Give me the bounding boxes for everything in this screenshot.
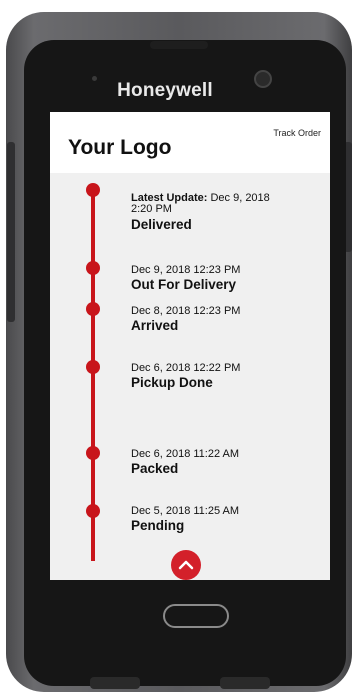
chevron-up-icon (178, 560, 194, 570)
timeline-dot (86, 302, 100, 316)
timeline-status: Packed (131, 461, 179, 476)
timeline-date: Dec 5, 2018 11:25 AM (131, 505, 240, 517)
latest-update-date-line1: Dec 9, 2018 (210, 192, 270, 204)
timeline-dot (86, 360, 100, 374)
timeline-dot (86, 504, 100, 518)
home-button[interactable] (163, 604, 229, 628)
timeline-status: Arrived (131, 318, 179, 333)
speaker-grill-left (90, 677, 140, 689)
timeline-status: Pickup Done (131, 375, 213, 390)
timeline-dot (86, 446, 100, 460)
camera-icon (254, 70, 272, 88)
side-button-left (7, 142, 15, 322)
timeline-date: Dec 6, 2018 12:22 PM (131, 362, 241, 374)
latest-update-date: Latest Update: Dec 9, 2018 2:20 PM (131, 193, 270, 215)
app-screen: Your Logo Track Order Latest Update: Dec… (50, 112, 330, 580)
brand-logo: Honeywell (117, 80, 213, 101)
speaker-grill-right (220, 677, 270, 689)
timeline-status: Delivered (131, 217, 192, 232)
timeline-date: Dec 6, 2018 11:22 AM (131, 448, 240, 460)
timeline-status: Pending (131, 518, 185, 533)
timeline-date: Dec 9, 2018 12:23 PM (131, 264, 241, 276)
logo-text: Your Logo (68, 136, 172, 159)
timeline-date: Dec 8, 2018 12:23 PM (131, 305, 241, 317)
scroll-to-top-button[interactable] (171, 550, 201, 580)
timeline-dot (86, 261, 100, 275)
timeline-dot (86, 183, 100, 197)
timeline-status: Out For Delivery (131, 277, 237, 292)
tracking-timeline: Latest Update: Dec 9, 2018 2:20 PM Deliv… (50, 173, 330, 580)
speaker-grill-top (150, 41, 208, 49)
latest-update-date-line2: 2:20 PM (131, 203, 172, 215)
app-header: Your Logo Track Order (50, 112, 330, 173)
track-order-link[interactable]: Track Order (273, 128, 321, 138)
